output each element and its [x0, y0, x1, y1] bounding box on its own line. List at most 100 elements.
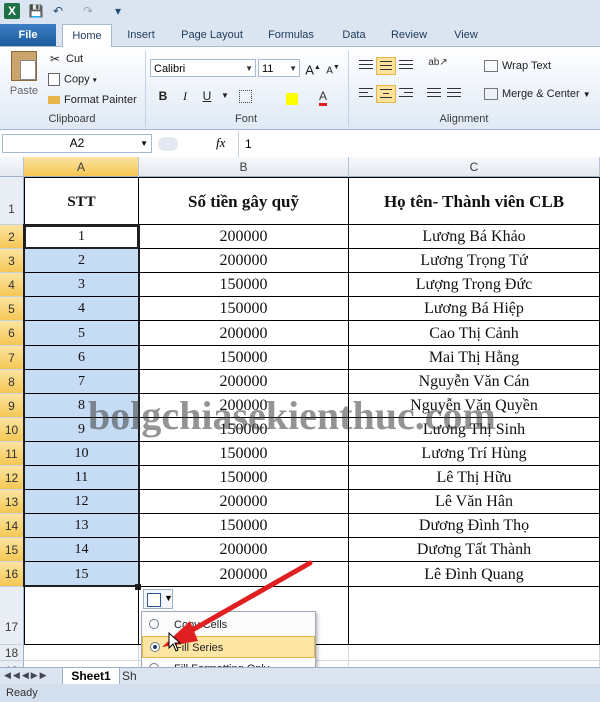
tab-home[interactable]: Home — [62, 24, 112, 47]
row-header[interactable]: 3 — [0, 249, 24, 273]
amount-cell[interactable]: 150000 — [139, 466, 349, 490]
stt-cell[interactable]: 6 — [24, 346, 139, 370]
name-cell[interactable]: Lương Thị Sinh — [349, 418, 600, 442]
row-header[interactable]: 10 — [0, 418, 24, 442]
stt-cell[interactable]: 10 — [24, 442, 139, 466]
amount-cell[interactable]: 200000 — [139, 394, 349, 418]
row-header[interactable]: 7 — [0, 346, 24, 370]
empty-cell[interactable] — [24, 645, 139, 661]
sheet-nav-arrows-icon[interactable]: ◀◀◀▶▶ — [4, 670, 49, 681]
amount-cell[interactable]: 150000 — [139, 514, 349, 538]
name-cell[interactable]: Cao Thị Cảnh — [349, 321, 600, 346]
row-header[interactable]: 11 — [0, 442, 24, 466]
underline-button[interactable]: U — [198, 87, 216, 105]
row-header[interactable]: 18 — [0, 645, 24, 661]
font-color-icon[interactable]: A — [314, 87, 332, 106]
tab-data[interactable]: Data — [334, 24, 374, 46]
name-cell[interactable]: Nguyễn Văn Cán — [349, 370, 600, 394]
amount-cell[interactable]: 200000 — [139, 490, 349, 514]
grow-font-button[interactable]: A▲ — [304, 59, 322, 77]
stt-cell[interactable]: 14 — [24, 538, 139, 562]
decrease-indent-icon[interactable] — [424, 85, 444, 103]
cut-button[interactable]: ✂ Cut — [48, 52, 83, 66]
header-cell-amount[interactable]: Số tiền gây quỹ — [139, 177, 349, 225]
sheet-tab-sheet1[interactable]: Sheet1 — [62, 668, 120, 685]
tab-view[interactable]: View — [446, 24, 486, 46]
name-cell[interactable]: Lượng Trọng Đức — [349, 273, 600, 297]
row-header[interactable]: 16 — [0, 562, 24, 587]
customize-toolbar-icon[interactable]: ▾ — [110, 3, 126, 19]
row-header[interactable]: 15 — [0, 538, 24, 562]
italic-button[interactable]: I — [176, 87, 194, 105]
amount-cell[interactable]: 150000 — [139, 273, 349, 297]
empty-cell[interactable] — [349, 645, 600, 661]
amount-cell[interactable]: 200000 — [139, 370, 349, 394]
stt-cell[interactable]: 8 — [24, 394, 139, 418]
name-cell[interactable]: Lê Thị Hữu — [349, 466, 600, 490]
name-cell[interactable]: Lương Bá Khảo — [349, 225, 600, 249]
undo-icon[interactable]: ↶ — [50, 3, 66, 19]
stt-cell[interactable]: 1 — [24, 225, 139, 249]
name-cell[interactable]: Lê Đình Quang — [349, 562, 600, 587]
align-middle-icon[interactable] — [376, 57, 396, 75]
row-header[interactable]: 4 — [0, 273, 24, 297]
stt-cell[interactable]: 5 — [24, 321, 139, 346]
chevron-down-icon[interactable]: ▼ — [216, 87, 234, 105]
amount-cell[interactable]: 150000 — [139, 346, 349, 370]
tab-page-layout[interactable]: Page Layout — [176, 24, 248, 46]
name-cell[interactable]: Nguyễn Văn Quyền — [349, 394, 600, 418]
font-size-combo[interactable]: 11 ▼ — [258, 59, 300, 77]
amount-cell[interactable]: 200000 — [139, 249, 349, 273]
row-header[interactable]: 8 — [0, 370, 24, 394]
align-bottom-icon[interactable] — [396, 57, 416, 75]
column-header-a[interactable]: A — [24, 157, 139, 177]
header-cell-stt[interactable]: STT — [24, 177, 139, 225]
save-icon[interactable]: 💾 — [28, 3, 44, 19]
sheet-tab-sheet2[interactable]: Sh — [122, 668, 142, 685]
column-header-c[interactable]: C — [349, 157, 600, 177]
wrap-text-button[interactable]: Wrap Text — [484, 60, 551, 73]
align-right-icon[interactable] — [396, 85, 416, 103]
row-header[interactable]: 5 — [0, 297, 24, 321]
expand-handle-icon[interactable] — [158, 137, 178, 151]
stt-cell[interactable]: 7 — [24, 370, 139, 394]
row-header[interactable]: 1 — [0, 177, 24, 225]
copy-button[interactable]: Copy ▾ — [48, 73, 97, 86]
redo-icon[interactable]: ↷ — [80, 3, 96, 19]
tab-insert[interactable]: Insert — [118, 24, 164, 46]
amount-cell[interactable]: 150000 — [139, 442, 349, 466]
amount-cell[interactable]: 150000 — [139, 297, 349, 321]
bold-button[interactable]: B — [154, 87, 172, 105]
font-name-combo[interactable]: Calibri ▼ — [150, 59, 256, 77]
merge-center-button[interactable]: Merge & Center ▼ — [484, 88, 591, 101]
select-all-corner[interactable] — [0, 157, 24, 177]
name-cell[interactable]: Mai Thị Hằng — [349, 346, 600, 370]
row-header[interactable]: 9 — [0, 394, 24, 418]
row-header[interactable]: 14 — [0, 514, 24, 538]
tab-formulas[interactable]: Formulas — [262, 24, 320, 46]
row-header[interactable]: 12 — [0, 466, 24, 490]
insert-function-button[interactable]: fx — [216, 135, 225, 151]
amount-cell[interactable]: 200000 — [139, 225, 349, 249]
column-header-b[interactable]: B — [139, 157, 349, 177]
name-cell[interactable]: Dương Tất Thành — [349, 538, 600, 562]
stt-cell[interactable]: 12 — [24, 490, 139, 514]
stt-cell[interactable]: 4 — [24, 297, 139, 321]
amount-cell[interactable]: 150000 — [139, 418, 349, 442]
amount-cell[interactable]: 200000 — [139, 321, 349, 346]
tab-file[interactable]: File — [0, 24, 56, 46]
name-cell[interactable]: Dương Đình Thọ — [349, 514, 600, 538]
name-cell[interactable]: Lương Trí Hùng — [349, 442, 600, 466]
stt-cell[interactable]: 15 — [24, 562, 139, 587]
fill-color-icon[interactable] — [283, 87, 301, 105]
row-header[interactable]: 17 — [0, 587, 24, 645]
tab-review[interactable]: Review — [384, 24, 434, 46]
name-box[interactable]: A2 ▼ — [2, 134, 152, 153]
stt-cell[interactable]: 9 — [24, 418, 139, 442]
align-left-icon[interactable] — [356, 85, 376, 103]
row-header[interactable]: 6 — [0, 321, 24, 346]
stt-cell[interactable]: 3 — [24, 273, 139, 297]
paste-button[interactable]: Paste — [8, 51, 40, 101]
align-center-icon[interactable] — [376, 85, 396, 103]
shrink-font-button[interactable]: A▼ — [324, 59, 342, 77]
